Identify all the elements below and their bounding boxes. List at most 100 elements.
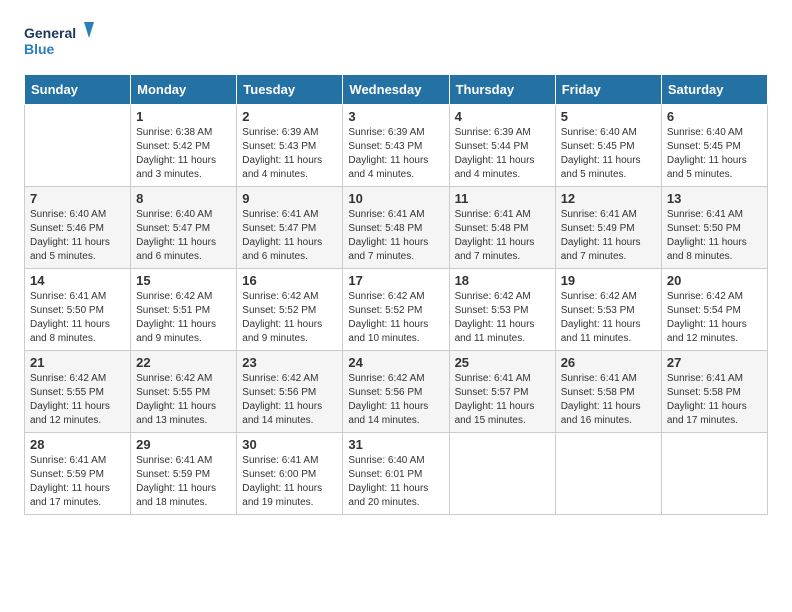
calendar-cell (25, 105, 131, 187)
calendar-cell: 10Sunrise: 6:41 AM Sunset: 5:48 PM Dayli… (343, 187, 449, 269)
svg-text:Blue: Blue (24, 41, 55, 57)
calendar-cell: 18 Sunrise: 6:42 AM Sunset: 5:53 PM Dayli… (449, 269, 555, 351)
calendar-cell: 25 Sunrise: 6:41 AM Sunset: 5:57 PM Dayli… (449, 351, 555, 433)
day-number: 27 (667, 355, 762, 370)
logo: General Blue (24, 20, 94, 62)
calendar-cell: 14 Sunrise: 6:41 AM Sunset: 5:50 PM Dayli… (25, 269, 131, 351)
day-number: 8 (136, 191, 231, 206)
cell-content: Sunrise: 6:42 AM Sunset: 5:52 PM Dayligh… (348, 290, 443, 346)
header-cell-saturday: Saturday (661, 75, 767, 105)
calendar-cell: 2 Sunrise: 6:39 AM Sunset: 5:43 PM Daylig… (237, 105, 343, 187)
calendar-cell: 7 Sunrise: 6:40 AM Sunset: 5:46 PM Daylig… (25, 187, 131, 269)
cell-content: Sunrise: 6:42 AM Sunset: 5:52 PM Dayligh… (242, 290, 337, 346)
calendar-cell: 23 Sunrise: 6:42 AM Sunset: 5:56 PM Dayli… (237, 351, 343, 433)
logo-svg: General Blue (24, 20, 94, 62)
calendar-cell: 28Sunrise: 6:41 AM Sunset: 5:59 PM Dayli… (25, 433, 131, 515)
day-number: 17 (348, 273, 443, 288)
day-number: 5 (561, 109, 656, 124)
day-number: 2 (242, 109, 337, 124)
calendar-body: 1 Sunrise: 6:38 AM Sunset: 5:42 PM Daylig… (25, 105, 768, 515)
calendar-cell (449, 433, 555, 515)
cell-content: Sunrise: 6:40 AM Sunset: 5:47 PM Dayligh… (136, 208, 231, 264)
day-number: 18 (455, 273, 550, 288)
cell-content: Sunrise: 6:41 AM Sunset: 5:59 PM Dayligh… (136, 454, 231, 510)
day-number: 30 (242, 437, 337, 452)
calendar-cell: 20 Sunrise: 6:42 AM Sunset: 5:54 PM Dayli… (661, 269, 767, 351)
calendar-cell: 27 Sunrise: 6:41 AM Sunset: 5:58 PM Dayli… (661, 351, 767, 433)
calendar-cell: 8 Sunrise: 6:40 AM Sunset: 5:47 PM Daylig… (131, 187, 237, 269)
cell-content: Sunrise: 6:41 AM Sunset: 5:48 PM Dayligh… (348, 208, 443, 264)
day-number: 16 (242, 273, 337, 288)
cell-content: Sunrise: 6:40 AM Sunset: 5:45 PM Dayligh… (561, 126, 656, 182)
cell-content: Sunrise: 6:41 AM Sunset: 5:58 PM Dayligh… (561, 372, 656, 428)
header-cell-wednesday: Wednesday (343, 75, 449, 105)
day-number: 14 (30, 273, 125, 288)
calendar-cell: 24Sunrise: 6:42 AM Sunset: 5:56 PM Dayli… (343, 351, 449, 433)
cell-content: Sunrise: 6:42 AM Sunset: 5:51 PM Dayligh… (136, 290, 231, 346)
calendar-cell: 26 Sunrise: 6:41 AM Sunset: 5:58 PM Dayli… (555, 351, 661, 433)
cell-content: Sunrise: 6:41 AM Sunset: 5:50 PM Dayligh… (30, 290, 125, 346)
header-cell-monday: Monday (131, 75, 237, 105)
calendar-cell: 12 Sunrise: 6:41 AM Sunset: 5:49 PM Dayli… (555, 187, 661, 269)
calendar-cell: 11Sunrise: 6:41 AM Sunset: 5:48 PM Dayli… (449, 187, 555, 269)
calendar-cell: 1 Sunrise: 6:38 AM Sunset: 5:42 PM Daylig… (131, 105, 237, 187)
cell-content: Sunrise: 6:38 AM Sunset: 5:42 PM Dayligh… (136, 126, 231, 182)
day-number: 22 (136, 355, 231, 370)
day-number: 1 (136, 109, 231, 124)
calendar-cell (555, 433, 661, 515)
cell-content: Sunrise: 6:42 AM Sunset: 5:56 PM Dayligh… (348, 372, 443, 428)
page-header: General Blue (24, 20, 768, 62)
day-number: 26 (561, 355, 656, 370)
cell-content: Sunrise: 6:41 AM Sunset: 5:59 PM Dayligh… (30, 454, 125, 510)
calendar-week-1: 1 Sunrise: 6:38 AM Sunset: 5:42 PM Daylig… (25, 105, 768, 187)
calendar-table: SundayMondayTuesdayWednesdayThursdayFrid… (24, 74, 768, 515)
calendar-cell: 16 Sunrise: 6:42 AM Sunset: 5:52 PM Dayli… (237, 269, 343, 351)
day-number: 12 (561, 191, 656, 206)
calendar-cell: 3Sunrise: 6:39 AM Sunset: 5:43 PM Daylig… (343, 105, 449, 187)
calendar-cell: 17 Sunrise: 6:42 AM Sunset: 5:52 PM Dayli… (343, 269, 449, 351)
cell-content: Sunrise: 6:41 AM Sunset: 5:57 PM Dayligh… (455, 372, 550, 428)
cell-content: Sunrise: 6:41 AM Sunset: 5:49 PM Dayligh… (561, 208, 656, 264)
day-number: 3 (348, 109, 443, 124)
day-number: 7 (30, 191, 125, 206)
calendar-cell: 4Sunrise: 6:39 AM Sunset: 5:44 PM Daylig… (449, 105, 555, 187)
day-number: 20 (667, 273, 762, 288)
day-number: 9 (242, 191, 337, 206)
calendar-cell: 5 Sunrise: 6:40 AM Sunset: 5:45 PM Daylig… (555, 105, 661, 187)
cell-content: Sunrise: 6:41 AM Sunset: 5:50 PM Dayligh… (667, 208, 762, 264)
calendar-cell: 22 Sunrise: 6:42 AM Sunset: 5:55 PM Dayli… (131, 351, 237, 433)
cell-content: Sunrise: 6:42 AM Sunset: 5:53 PM Dayligh… (455, 290, 550, 346)
cell-content: Sunrise: 6:39 AM Sunset: 5:43 PM Dayligh… (242, 126, 337, 182)
day-number: 15 (136, 273, 231, 288)
header-cell-friday: Friday (555, 75, 661, 105)
cell-content: Sunrise: 6:40 AM Sunset: 5:46 PM Dayligh… (30, 208, 125, 264)
calendar-cell: 19Sunrise: 6:42 AM Sunset: 5:53 PM Dayli… (555, 269, 661, 351)
calendar-cell: 30 Sunrise: 6:41 AM Sunset: 6:00 PM Dayli… (237, 433, 343, 515)
cell-content: Sunrise: 6:42 AM Sunset: 5:55 PM Dayligh… (136, 372, 231, 428)
day-number: 25 (455, 355, 550, 370)
calendar-week-2: 7 Sunrise: 6:40 AM Sunset: 5:46 PM Daylig… (25, 187, 768, 269)
cell-content: Sunrise: 6:41 AM Sunset: 6:00 PM Dayligh… (242, 454, 337, 510)
day-number: 23 (242, 355, 337, 370)
day-number: 19 (561, 273, 656, 288)
calendar-week-4: 21 Sunrise: 6:42 AM Sunset: 5:55 PM Dayli… (25, 351, 768, 433)
calendar-cell: 9Sunrise: 6:41 AM Sunset: 5:47 PM Daylig… (237, 187, 343, 269)
day-number: 29 (136, 437, 231, 452)
calendar-cell: 29 Sunrise: 6:41 AM Sunset: 5:59 PM Dayli… (131, 433, 237, 515)
calendar-cell: 15 Sunrise: 6:42 AM Sunset: 5:51 PM Dayli… (131, 269, 237, 351)
calendar-header-row: SundayMondayTuesdayWednesdayThursdayFrid… (25, 75, 768, 105)
cell-content: Sunrise: 6:42 AM Sunset: 5:54 PM Dayligh… (667, 290, 762, 346)
calendar-cell: 21Sunrise: 6:42 AM Sunset: 5:55 PM Dayli… (25, 351, 131, 433)
cell-content: Sunrise: 6:39 AM Sunset: 5:44 PM Dayligh… (455, 126, 550, 182)
day-number: 21 (30, 355, 125, 370)
calendar-cell: 13 Sunrise: 6:41 AM Sunset: 5:50 PM Dayli… (661, 187, 767, 269)
cell-content: Sunrise: 6:41 AM Sunset: 5:48 PM Dayligh… (455, 208, 550, 264)
header-cell-thursday: Thursday (449, 75, 555, 105)
day-number: 13 (667, 191, 762, 206)
cell-content: Sunrise: 6:40 AM Sunset: 6:01 PM Dayligh… (348, 454, 443, 510)
cell-content: Sunrise: 6:41 AM Sunset: 5:58 PM Dayligh… (667, 372, 762, 428)
svg-text:General: General (24, 25, 76, 41)
day-number: 31 (348, 437, 443, 452)
calendar-week-3: 14 Sunrise: 6:41 AM Sunset: 5:50 PM Dayli… (25, 269, 768, 351)
cell-content: Sunrise: 6:42 AM Sunset: 5:56 PM Dayligh… (242, 372, 337, 428)
